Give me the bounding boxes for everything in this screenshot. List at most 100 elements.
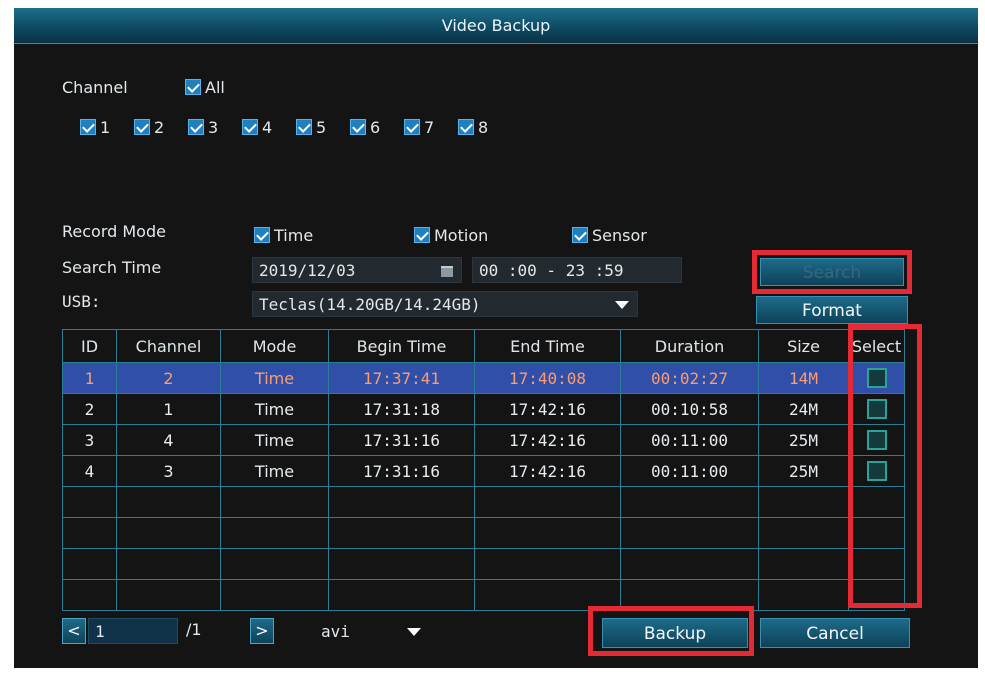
- empty-table-row: [62, 486, 905, 518]
- table-cell: 25M: [758, 424, 849, 456]
- table-cell: 00:02:27: [620, 362, 759, 394]
- table-cell: 17:42:16: [474, 393, 621, 425]
- search-time-range-field[interactable]: 00 :00 - 23 :59: [472, 257, 682, 283]
- page-number-input[interactable]: 1: [88, 618, 178, 644]
- column-header: Begin Time: [328, 329, 475, 363]
- calendar-icon[interactable]: [441, 266, 453, 277]
- checkbox-checked-icon: [185, 79, 201, 95]
- table-cell: [220, 579, 329, 611]
- channel-checkbox-7[interactable]: 7: [404, 118, 434, 137]
- checkbox-checked-icon: [254, 227, 270, 243]
- table-cell: [220, 517, 329, 549]
- table-cell: [848, 486, 905, 518]
- select-cell: [848, 424, 905, 456]
- table-cell: [848, 579, 905, 611]
- table-cell: 00:11:00: [620, 455, 759, 487]
- table-cell: [62, 517, 117, 549]
- next-page-button[interactable]: >: [250, 618, 274, 644]
- channel-checkbox-1[interactable]: 1: [80, 118, 110, 137]
- record-mode-motion-checkbox[interactable]: Motion: [414, 226, 488, 245]
- row-select-checkbox[interactable]: [866, 430, 887, 451]
- table-cell: [220, 548, 329, 580]
- checkbox-checked-icon: [404, 119, 420, 135]
- row-select-checkbox[interactable]: [866, 399, 887, 420]
- table-cell: [758, 579, 849, 611]
- table-row[interactable]: 4 3 Time 17:31:16 17:42:16 00:11:00 25M: [62, 455, 905, 487]
- table-cell: 17:31:16: [328, 455, 475, 487]
- select-cell: [848, 393, 905, 425]
- row-select-checkbox[interactable]: [866, 368, 887, 389]
- channel-checkbox-4[interactable]: 4: [242, 118, 272, 137]
- table-cell: 3: [116, 455, 221, 487]
- table-cell: 14M: [758, 362, 849, 394]
- table-cell: Time: [220, 393, 329, 425]
- table-cell: 17:31:18: [328, 393, 475, 425]
- table-cell: 4: [116, 424, 221, 456]
- page-total-label: /1: [186, 620, 202, 639]
- prev-page-button[interactable]: <: [62, 618, 86, 644]
- chevron-down-icon: [615, 301, 629, 309]
- table-cell: [474, 486, 621, 518]
- table-cell: [758, 548, 849, 580]
- channel-label: Channel: [62, 78, 128, 97]
- checkbox-checked-icon: [80, 119, 96, 135]
- format-button[interactable]: Format: [756, 296, 908, 324]
- channel-checkbox-3[interactable]: 3: [188, 118, 218, 137]
- table-cell: 1: [62, 362, 117, 394]
- column-header: Size: [758, 329, 849, 363]
- chevron-left-icon: <: [67, 621, 81, 640]
- checkbox-checked-icon: [414, 227, 430, 243]
- channel-checkbox-2[interactable]: 2: [134, 118, 164, 137]
- table-cell: Time: [220, 362, 329, 394]
- table-cell: [328, 486, 475, 518]
- search-button[interactable]: Search: [760, 258, 904, 286]
- usb-label: USB:: [62, 292, 101, 311]
- cancel-button[interactable]: Cancel: [760, 618, 910, 648]
- table-cell: [474, 579, 621, 611]
- table-cell: [848, 517, 905, 549]
- file-format-select[interactable]: avi: [314, 618, 426, 644]
- table-cell: [474, 517, 621, 549]
- table-cell: 17:31:16: [328, 424, 475, 456]
- checkbox-checked-icon: [458, 119, 474, 135]
- table-cell: [474, 548, 621, 580]
- table-cell: [328, 517, 475, 549]
- video-backup-dialog: Video Backup Channel All 12345678 Record…: [14, 8, 978, 668]
- table-row[interactable]: 1 2 Time 17:37:41 17:40:08 00:02:27 14M: [62, 362, 905, 394]
- search-date-field[interactable]: 2019/12/03: [252, 257, 462, 283]
- channel-checkbox-6[interactable]: 6: [350, 118, 380, 137]
- table-cell: [62, 486, 117, 518]
- table-cell: 24M: [758, 393, 849, 425]
- table-cell: 17:40:08: [474, 362, 621, 394]
- channel-checkbox-5[interactable]: 5: [296, 118, 326, 137]
- channel-all-checkbox[interactable]: All: [185, 78, 225, 97]
- table-cell: [62, 579, 117, 611]
- table-row[interactable]: 2 1 Time 17:31:18 17:42:16 00:10:58 24M: [62, 393, 905, 425]
- backup-button[interactable]: Backup: [602, 618, 748, 648]
- table-cell: [328, 579, 475, 611]
- table-cell: [758, 486, 849, 518]
- column-header: ID: [62, 329, 117, 363]
- table-header-row: ID Channel Mode Begin Time End Time Duration S…: [62, 329, 905, 363]
- table-cell: [220, 486, 329, 518]
- table-cell: [620, 548, 759, 580]
- record-mode-sensor-checkbox[interactable]: Sensor: [572, 226, 647, 245]
- table-row[interactable]: 3 4 Time 17:31:16 17:42:16 00:11:00 25M: [62, 424, 905, 456]
- empty-table-row: [62, 548, 905, 580]
- column-header: Duration: [620, 329, 759, 363]
- row-select-checkbox[interactable]: [866, 461, 887, 482]
- table-cell: [62, 548, 117, 580]
- table-cell: [620, 517, 759, 549]
- table-cell: [758, 517, 849, 549]
- checkbox-checked-icon: [134, 119, 150, 135]
- column-header: End Time: [474, 329, 621, 363]
- column-header: Mode: [220, 329, 329, 363]
- table-cell: [116, 517, 221, 549]
- channel-checkbox-8[interactable]: 8: [458, 118, 488, 137]
- empty-table-row: [62, 579, 905, 611]
- table-cell: 17:37:41: [328, 362, 475, 394]
- record-mode-time-checkbox[interactable]: Time: [254, 226, 313, 245]
- checkbox-checked-icon: [188, 119, 204, 135]
- checkbox-checked-icon: [296, 119, 312, 135]
- usb-device-select[interactable]: Teclas(14.20GB/14.24GB): [252, 291, 638, 317]
